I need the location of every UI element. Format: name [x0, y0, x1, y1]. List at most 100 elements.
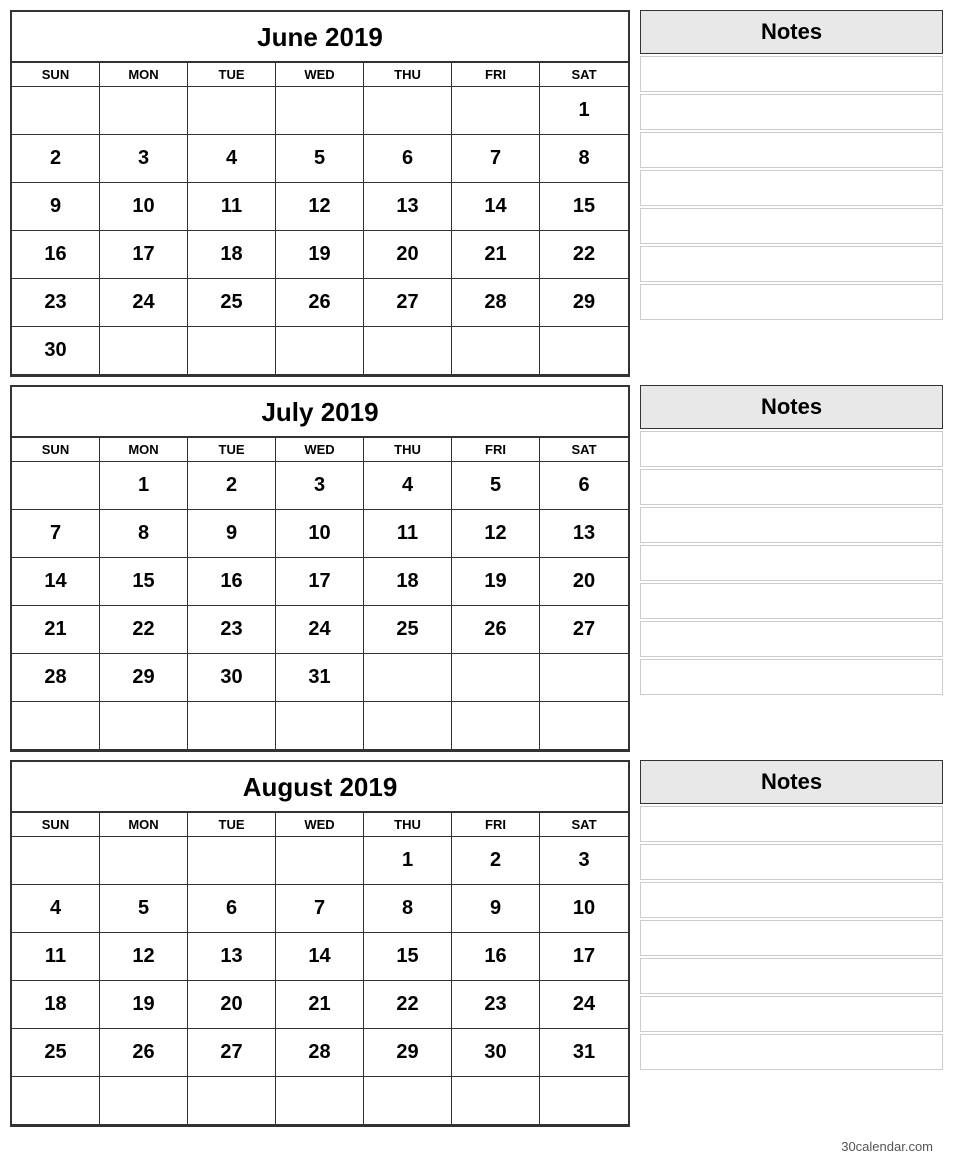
day-cell: 21	[12, 606, 100, 654]
notes-line[interactable]	[640, 1034, 943, 1070]
day-cell: 15	[540, 183, 628, 231]
june-grid: SUN MON TUE WED THU FRI SAT	[12, 62, 628, 87]
day-cell: 25	[12, 1029, 100, 1077]
day-cell: 28	[12, 654, 100, 702]
day-cell: 0	[12, 87, 100, 135]
july-header-sun: SUN	[12, 437, 100, 462]
notes-line[interactable]	[640, 920, 943, 956]
june-header-thu: THU	[364, 62, 452, 87]
notes-line[interactable]	[640, 844, 943, 880]
notes-line[interactable]	[640, 94, 943, 130]
day-cell: 0	[276, 1077, 364, 1125]
day-cell: 0	[364, 702, 452, 750]
day-cell: 4	[12, 885, 100, 933]
august-header-tue: TUE	[188, 812, 276, 837]
day-cell: 0	[100, 837, 188, 885]
day-cell: 15	[364, 933, 452, 981]
day-cell: 12	[452, 510, 540, 558]
day-cell: 0	[276, 702, 364, 750]
day-cell: 7	[12, 510, 100, 558]
day-cell: 0	[12, 1077, 100, 1125]
notes-line[interactable]	[640, 583, 943, 619]
june-calendar: June 2019 SUN MON TUE WED THU FRI SAT 0 0…	[10, 10, 630, 377]
day-cell: 5	[276, 135, 364, 183]
notes-line[interactable]	[640, 246, 943, 282]
day-cell: 23	[452, 981, 540, 1029]
notes-line[interactable]	[640, 132, 943, 168]
day-cell: 26	[276, 279, 364, 327]
day-cell: 11	[188, 183, 276, 231]
day-cell: 7	[452, 135, 540, 183]
day-cell: 10	[540, 885, 628, 933]
day-cell: 24	[100, 279, 188, 327]
day-cell: 11	[12, 933, 100, 981]
day-cell: 4	[364, 462, 452, 510]
notes-line[interactable]	[640, 958, 943, 994]
day-cell: 22	[540, 231, 628, 279]
notes-line[interactable]	[640, 545, 943, 581]
august-header-sun: SUN	[12, 812, 100, 837]
day-cell: 1	[540, 87, 628, 135]
notes-line[interactable]	[640, 56, 943, 92]
june-notes-header: Notes	[640, 10, 943, 54]
day-cell: 24	[540, 981, 628, 1029]
notes-line[interactable]	[640, 659, 943, 695]
june-title: June 2019	[12, 12, 628, 62]
notes-line[interactable]	[640, 284, 943, 320]
day-cell: 2	[12, 135, 100, 183]
day-cell: 0	[540, 1077, 628, 1125]
august-grid: SUN MON TUE WED THU FRI SAT	[12, 812, 628, 837]
notes-line[interactable]	[640, 507, 943, 543]
day-cell: 17	[540, 933, 628, 981]
day-cell: 29	[364, 1029, 452, 1077]
day-cell: 0	[12, 702, 100, 750]
day-cell: 0	[364, 1077, 452, 1125]
day-cell: 26	[452, 606, 540, 654]
august-notes-section: Notes	[640, 760, 943, 1127]
day-cell: 8	[364, 885, 452, 933]
july-notes-section: Notes	[640, 385, 943, 752]
notes-line[interactable]	[640, 882, 943, 918]
day-cell: 0	[540, 327, 628, 375]
august-notes-header: Notes	[640, 760, 943, 804]
notes-line[interactable]	[640, 170, 943, 206]
day-cell: 9	[452, 885, 540, 933]
page-container: June 2019 SUN MON TUE WED THU FRI SAT 00…	[10, 10, 943, 1154]
day-cell: 26	[100, 1029, 188, 1077]
day-cell: 0	[12, 462, 100, 510]
june-header-wed: WED	[276, 62, 364, 87]
day-cell: 5	[100, 885, 188, 933]
july-title: July 2019	[12, 387, 628, 437]
day-cell: 19	[100, 981, 188, 1029]
june-cells: 0000001234567891011121314151617181920212…	[12, 87, 628, 375]
july-cells: 0123456789101112131415161718192021222324…	[12, 462, 628, 750]
july-calendar: July 2019 SUN MON TUE WED THU FRI SAT 01…	[10, 385, 630, 752]
notes-line[interactable]	[640, 806, 943, 842]
day-cell: 0	[188, 1077, 276, 1125]
day-cell: 18	[364, 558, 452, 606]
day-cell: 0	[100, 1077, 188, 1125]
notes-line[interactable]	[640, 996, 943, 1032]
day-cell: 9	[188, 510, 276, 558]
day-cell: 29	[100, 654, 188, 702]
day-cell: 0	[188, 837, 276, 885]
july-notes-header: Notes	[640, 385, 943, 429]
june-header-sun: SUN	[12, 62, 100, 87]
day-cell: 23	[12, 279, 100, 327]
notes-line[interactable]	[640, 621, 943, 657]
july-header-mon: MON	[100, 437, 188, 462]
day-cell: 17	[100, 231, 188, 279]
notes-line[interactable]	[640, 469, 943, 505]
day-cell: 20	[188, 981, 276, 1029]
day-cell: 0	[100, 327, 188, 375]
day-cell: 0	[276, 327, 364, 375]
day-cell: 18	[12, 981, 100, 1029]
day-cell: 29	[540, 279, 628, 327]
june-row: June 2019 SUN MON TUE WED THU FRI SAT 0 0…	[10, 10, 943, 377]
july-header-sat: SAT	[540, 437, 628, 462]
notes-line[interactable]	[640, 208, 943, 244]
day-cell: 14	[452, 183, 540, 231]
notes-line[interactable]	[640, 431, 943, 467]
day-cell: 1	[364, 837, 452, 885]
july-header-wed: WED	[276, 437, 364, 462]
